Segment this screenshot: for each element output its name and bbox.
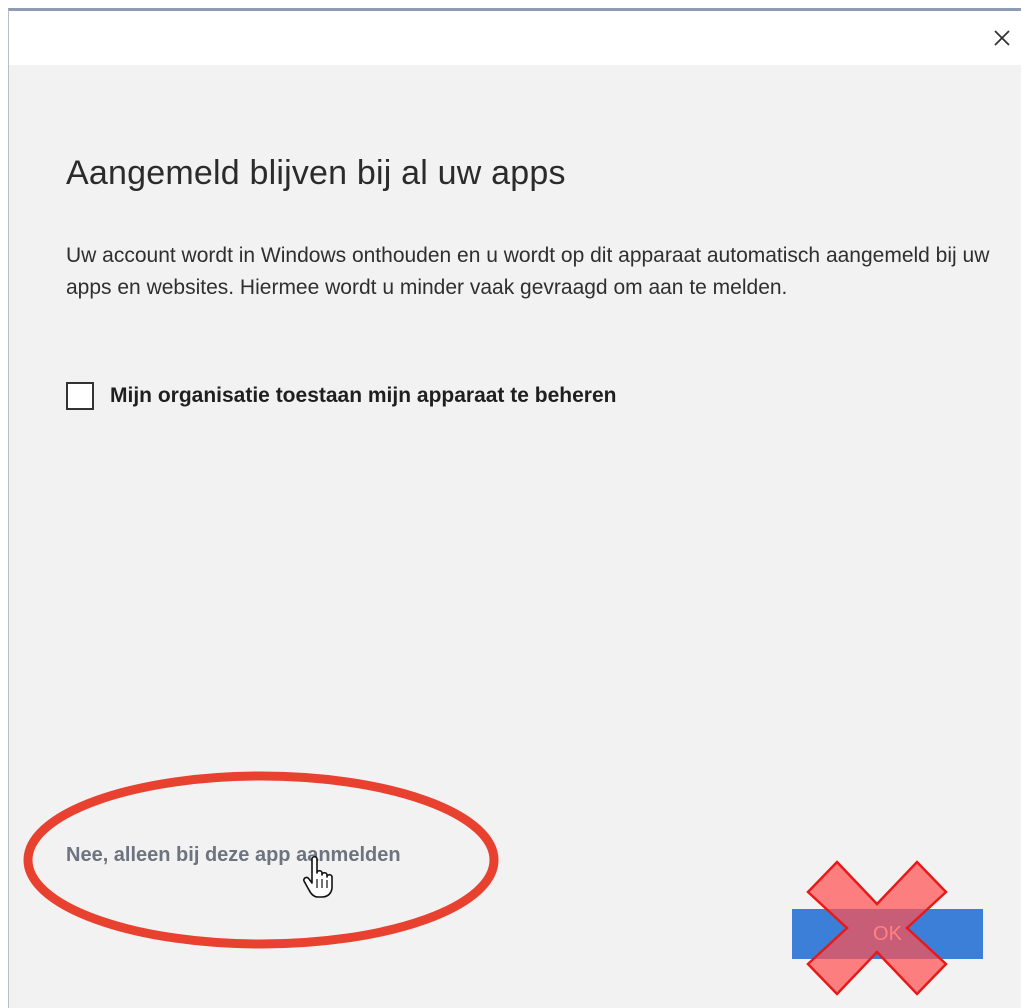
close-button[interactable] xyxy=(989,25,1015,51)
title-bar xyxy=(9,11,1021,65)
this-app-only-link[interactable]: Nee, alleen bij deze app aanmelden xyxy=(66,844,401,867)
dialog-description: Uw account wordt in Windows onthouden en… xyxy=(66,244,990,299)
dialog-title: Aangemeld blijven bij al uw apps xyxy=(66,154,566,192)
close-icon xyxy=(994,30,1010,46)
manage-device-checkbox-label[interactable]: Mijn organisatie toestaan mijn apparaat … xyxy=(110,384,616,408)
manage-device-checkbox[interactable] xyxy=(66,382,94,410)
manage-device-checkbox-row[interactable]: Mijn organisatie toestaan mijn apparaat … xyxy=(66,382,616,410)
dialog-window: Aangemeld blijven bij al uw apps Uw acco… xyxy=(8,8,1021,1008)
ok-button[interactable]: OK xyxy=(792,909,983,959)
